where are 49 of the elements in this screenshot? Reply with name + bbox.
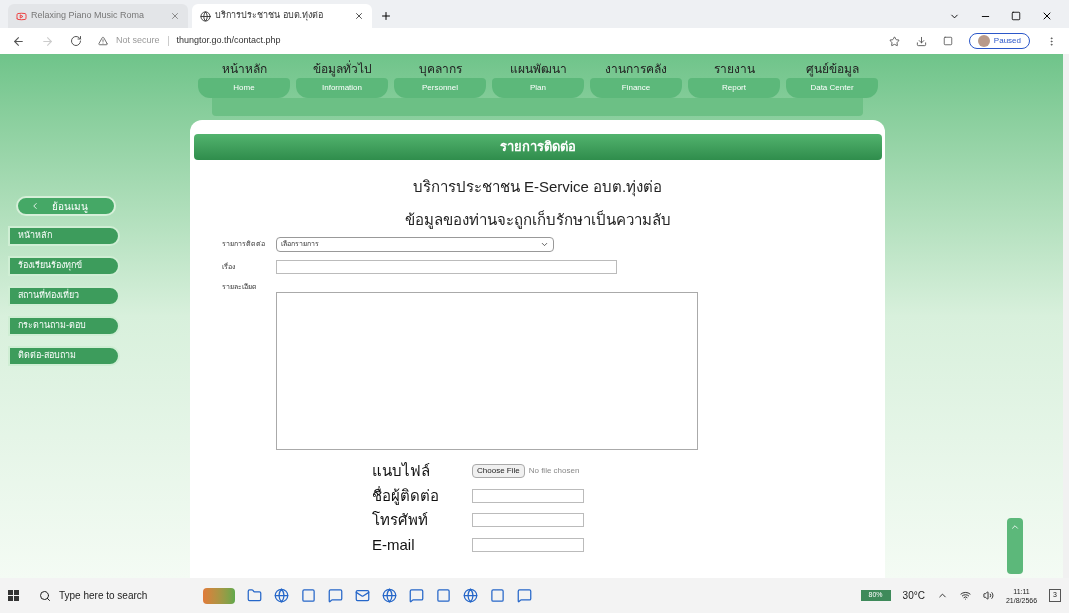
- reload-icon[interactable]: [70, 35, 82, 47]
- warning-icon: [98, 36, 108, 46]
- search-icon: [39, 589, 51, 602]
- app-icon[interactable]: [274, 588, 289, 603]
- app-icon[interactable]: [328, 588, 343, 603]
- email-field[interactable]: [472, 537, 584, 552]
- close-icon[interactable]: [354, 11, 364, 21]
- app-icon[interactable]: [490, 588, 505, 603]
- side-panel-icon[interactable]: [942, 36, 953, 46]
- app-icon[interactable]: [301, 588, 316, 603]
- volume-icon[interactable]: [982, 590, 994, 601]
- field-label: แนบไฟล์: [372, 461, 431, 481]
- field-label: E-mail: [372, 534, 416, 555]
- contact-name-field[interactable]: [472, 488, 584, 503]
- file-status: No file chosen: [528, 465, 580, 478]
- download-icon[interactable]: [915, 35, 927, 47]
- app-icon[interactable]: [463, 588, 478, 603]
- video-icon: [16, 10, 27, 22]
- chevron-down-icon: [540, 240, 549, 249]
- browser-tab[interactable]: Relaxing Piano Music Roma: [8, 4, 188, 28]
- app-icon[interactable]: [517, 588, 532, 603]
- choose-file-button[interactable]: Choose File: [472, 464, 525, 479]
- address-bar[interactable]: Not secure thungtor.go.th/contact.php: [98, 34, 798, 48]
- heading: บริการประชาชน E-Service อบต.ทุ่งต่อ: [412, 177, 663, 199]
- new-tab-icon[interactable]: [380, 10, 392, 22]
- chevron-left-icon: [30, 201, 40, 211]
- panel-header: รายการติดต่อ: [193, 134, 882, 160]
- field-label: โทรศัพท์: [372, 510, 429, 530]
- app-icon[interactable]: [355, 588, 370, 603]
- app-icon[interactable]: [382, 588, 397, 603]
- detail-field[interactable]: [276, 292, 698, 450]
- field-label: ชื่อผู้ติดต่อ: [372, 485, 440, 507]
- weather-text: 30°C: [902, 589, 925, 603]
- chevron-up-icon: [1010, 522, 1020, 532]
- globe-icon: [200, 10, 211, 22]
- subject-field[interactable]: [276, 260, 617, 274]
- back-icon[interactable]: [12, 34, 25, 48]
- phone-field[interactable]: [472, 513, 584, 528]
- start-icon[interactable]: [8, 590, 19, 601]
- maximize-icon[interactable]: [1011, 11, 1021, 21]
- bookmark-icon[interactable]: [888, 35, 900, 47]
- taskbar-search[interactable]: Type here to search: [31, 588, 191, 603]
- app-icon[interactable]: [409, 588, 424, 603]
- heading: ข้อมูลของท่านจะถูกเก็บรักษาเป็นความลับ: [404, 209, 671, 231]
- app-icon[interactable]: [436, 588, 451, 603]
- close-icon[interactable]: [1041, 10, 1053, 22]
- wifi-icon[interactable]: [959, 590, 971, 601]
- app-icon[interactable]: [247, 588, 262, 603]
- browser-tab[interactable]: บริการประชาชน อบต.ทุ่งต่อ: [192, 4, 372, 28]
